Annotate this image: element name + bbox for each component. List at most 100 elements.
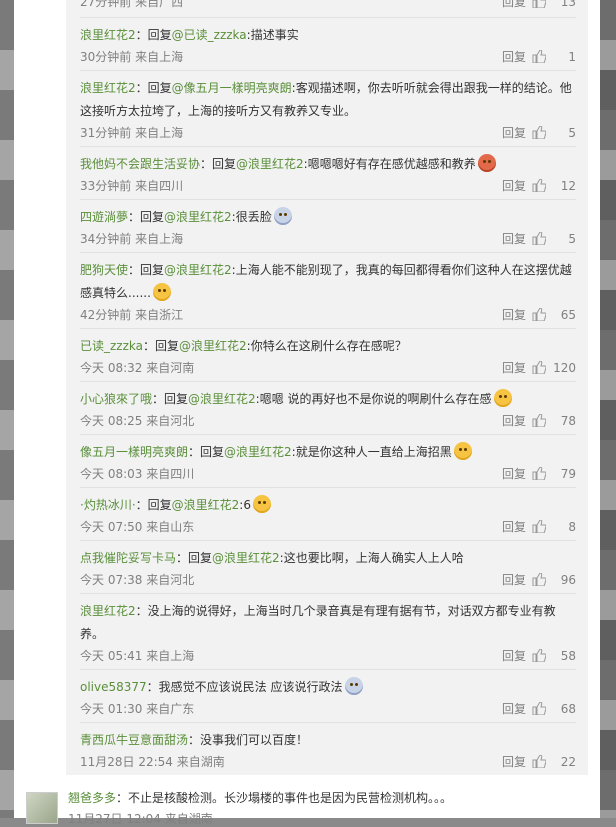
reply-prefix: ：回复: [152, 392, 189, 406]
divider: [80, 669, 576, 670]
mention-link[interactable]: @浪里红花2: [212, 551, 280, 565]
reply-button[interactable]: 回复: [502, 47, 526, 68]
comment-username[interactable]: 浪里红花2: [80, 81, 136, 95]
reply-button[interactable]: 回复: [502, 646, 526, 667]
comment-username[interactable]: olive58377: [80, 680, 147, 694]
divider: [80, 328, 576, 329]
mention-link[interactable]: @浪里红花2: [224, 445, 292, 459]
reply-prefix: ：回复: [143, 339, 180, 353]
reply-button[interactable]: 回复: [502, 176, 526, 197]
comment-username[interactable]: 已读_zzzka: [80, 339, 143, 353]
mention-link[interactable]: @浪里红花2: [188, 392, 256, 406]
reply-comment: olive58377：我感觉不应该说民法 应该说行政法今天 01:30 来自广东…: [80, 676, 576, 720]
reply-button[interactable]: 回复: [502, 358, 526, 379]
reply-prefix: ：回复: [176, 551, 213, 565]
comment-username[interactable]: 翘爸多多: [68, 791, 116, 805]
reply-comment: 浪里红花2：回复@像五月一樣明亮爽朗:客观描述啊，你去听听就会得出跟我一样的结论…: [80, 77, 576, 144]
comment-time-location: 今天 07:50 来自山东: [80, 520, 195, 534]
like-count: 68: [560, 702, 576, 716]
comment-body: ·灼热冰川·：回复@浪里红花2:6: [80, 494, 576, 517]
reply-button[interactable]: 回复: [502, 752, 526, 773]
reply-comment: 浪里红花2：没上海的说得好，上海当时几个录音真是有理有据有节，对话双方都专业有教…: [80, 600, 576, 667]
reply-button[interactable]: 回复: [502, 0, 526, 13]
comment-time-location: 34分钟前 来自上海: [80, 232, 184, 246]
comment-body: 肥狗天使：回复@浪里红花2:上海人能不能别现了，我真的每回都得看你们这种人在这摆…: [80, 259, 576, 305]
comment-time-location: 今天 01:30 来自广东: [80, 702, 195, 716]
comment-meta: 33分钟前 来自四川 回复 12: [80, 176, 576, 197]
reply-comment: 我他妈不会跟生活妥协：回复@浪里红花2:嗯嗯嗯好有存在感优越感和教养 33分钟前 …: [80, 153, 576, 197]
comment-body: olive58377：我感觉不应该说民法 应该说行政法: [80, 676, 576, 699]
reply-button[interactable]: 回复: [502, 464, 526, 485]
comment-time-location: 今天 08:03 来自四川: [80, 467, 195, 481]
reply-comment: 像五月一樣明亮爽朗：回复@浪里红花2:就是你这种人一直给上海招黑今天 08:03…: [80, 441, 576, 485]
comment-meta: 30分钟前 来自上海 回复 1: [80, 47, 576, 68]
divider: [80, 199, 576, 200]
reply-button[interactable]: 回复: [502, 123, 526, 144]
comment-time-location: 27分钟前 来自广西: [80, 0, 184, 9]
reply-prefix: ：回复: [128, 263, 165, 277]
comment-username[interactable]: 点我催陀妥写卡马: [80, 551, 176, 565]
reply-comment: 已读_zzzka：回复@浪里红花2:你特么在这刷什么存在感呢？ 今天 08:32 …: [80, 335, 576, 379]
comment-meta: 31分钟前 来自上海 回复 5: [80, 123, 576, 144]
reply-prefix: ：回复: [135, 81, 172, 95]
like-count: 8: [568, 520, 576, 534]
emoji-icon: [152, 283, 171, 301]
comment-time-location: 今天 07:38 来自河北: [80, 573, 195, 587]
emoji-icon: [252, 495, 271, 513]
mention-link[interactable]: @浪里红花2: [164, 263, 232, 277]
mention-link[interactable]: @浪里红花2: [179, 339, 247, 353]
comment-body: 我他妈不会跟生活妥协：回复@浪里红花2:嗯嗯嗯好有存在感优越感和教养: [80, 153, 576, 176]
comment-text: :嗯嗯 说的再好也不是你说的啊刷什么存在感: [255, 392, 492, 406]
like-count: 78: [560, 414, 576, 428]
comment-time-location: 11月27日 12:04 来自湖南: [68, 812, 213, 826]
like-count: 96: [560, 573, 576, 587]
comment-meta: 11月28日 22:54 来自湖南 回复 22: [80, 752, 576, 773]
mention-link[interactable]: @浪里红花2: [164, 210, 232, 224]
comment-text: ：没上海的说得好，上海当时几个录音真是有理有据有节，对话双方都专业有教养。: [80, 604, 556, 641]
emoji-icon: [453, 442, 472, 460]
mention-link[interactable]: @浪里红花2: [236, 157, 304, 171]
comment-username[interactable]: 四遊淌夢: [80, 210, 128, 224]
comment-body: 浪里红花2：回复@已读_zzzka:描述事实: [80, 24, 576, 47]
reply-comment: ·灼热冰川·：回复@浪里红花2:6 今天 07:50 来自山东 回复 8: [80, 494, 576, 538]
comment-time-location: 33分钟前 来自四川: [80, 179, 184, 193]
comment-body: 点我催陀妥写卡马：回复@浪里红花2:这也要比啊，上海人确实人上人哈: [80, 547, 576, 570]
comment-meta: 今天 07:50 来自山东 回复 8: [80, 517, 576, 538]
like-count: 5: [568, 232, 576, 246]
reply-button[interactable]: 回复: [502, 699, 526, 720]
comment-body: 像五月一樣明亮爽朗：回复@浪里红花2:就是你这种人一直给上海招黑: [80, 441, 576, 464]
divider: [80, 17, 576, 18]
like-count: 58: [560, 649, 576, 663]
mention-link[interactable]: @浪里红花2: [172, 498, 240, 512]
comment-username[interactable]: 青西瓜牛豆意面甜汤: [80, 733, 188, 747]
comment-username[interactable]: 小心狼來了哦: [80, 392, 152, 406]
reply-button[interactable]: 回复: [502, 411, 526, 432]
reply-button[interactable]: 回复: [502, 517, 526, 538]
comment-body: 小心狼來了哦：回复@浪里红花2:嗯嗯 说的再好也不是你说的啊刷什么存在感: [80, 388, 576, 411]
like-count: 12: [560, 179, 576, 193]
comment-time-location: 今天 08:25 来自河北: [80, 414, 195, 428]
reply-button[interactable]: 回复: [502, 570, 526, 591]
like-count: 65: [560, 308, 576, 322]
comment-username[interactable]: ·灼热冰川·: [80, 498, 136, 512]
avatar[interactable]: [26, 792, 58, 824]
reply-prefix: ：回复: [135, 28, 172, 42]
comment-username[interactable]: 我他妈不会跟生活妥协: [80, 157, 200, 171]
mention-link[interactable]: @像五月一樣明亮爽朗: [172, 81, 292, 95]
comment-meta: 42分钟前 来自浙江 回复 65: [80, 305, 576, 326]
comment-body: 青西瓜牛豆意面甜汤：没事我们可以百度！: [80, 729, 576, 752]
divider: [80, 381, 576, 382]
reply-button[interactable]: 回复: [502, 305, 526, 326]
divider: [80, 722, 576, 723]
divider: [80, 540, 576, 541]
mention-link[interactable]: @已读_zzzka: [172, 28, 247, 42]
reply-button[interactable]: 回复: [502, 229, 526, 250]
comment-username[interactable]: 浪里红花2: [80, 28, 136, 42]
comment-username[interactable]: 肥狗天使: [80, 263, 128, 277]
like-count: 13: [560, 0, 576, 9]
comment-username[interactable]: 像五月一樣明亮爽朗: [80, 445, 188, 459]
divider: [80, 146, 576, 147]
divider: [80, 434, 576, 435]
emoji-icon: [273, 207, 292, 225]
comment-username[interactable]: 浪里红花2: [80, 604, 136, 618]
